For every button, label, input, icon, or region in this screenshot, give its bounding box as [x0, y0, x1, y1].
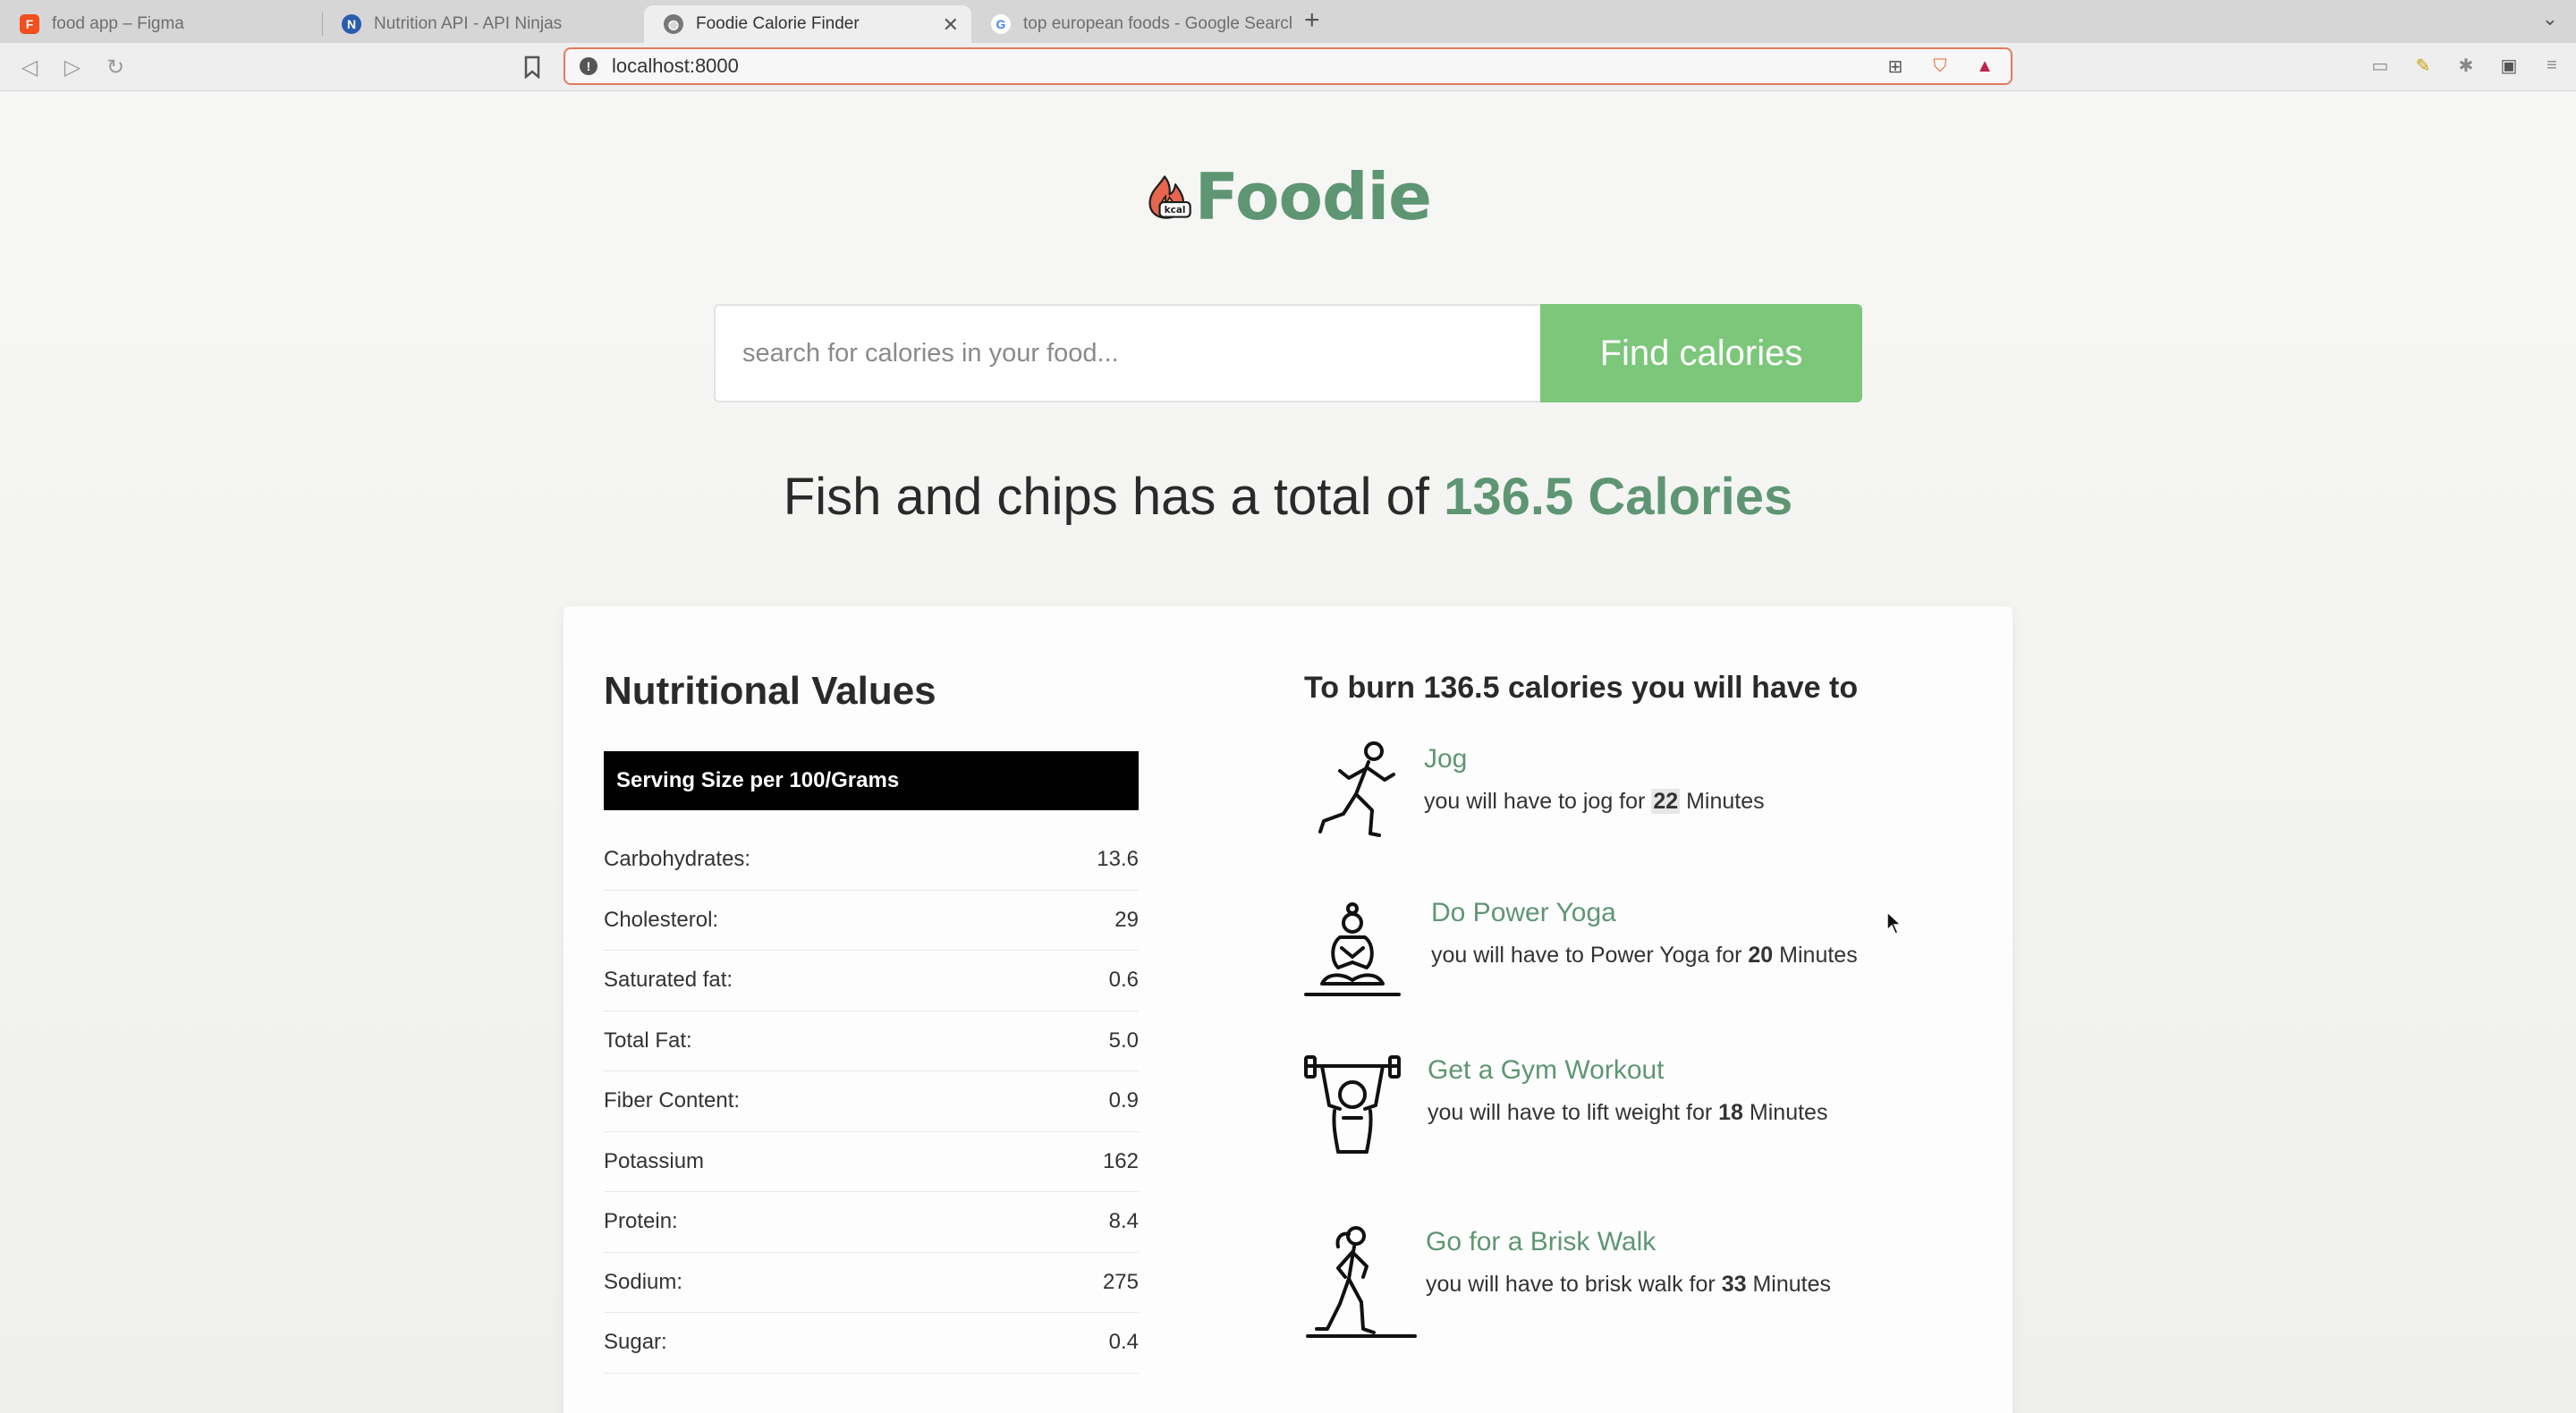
nutrient-value: 0.4 — [1108, 1330, 1139, 1355]
nutritional-values-title: Nutritional Values — [604, 669, 936, 713]
page-content: kcal Foodie Find calories Fish and chips… — [0, 91, 2576, 1413]
flame-kcal-icon: kcal — [1148, 175, 1191, 219]
activity-jog: Jog you will have to jog for 22 Minutes — [1304, 739, 1930, 855]
wallet-icon[interactable]: ▣ — [2497, 54, 2521, 77]
results-card: Nutritional Values Serving Size per 100/… — [564, 606, 2012, 1413]
nutrient-label: Protein: — [604, 1209, 678, 1234]
extensions-puzzle-icon[interactable]: ✱ — [2454, 54, 2478, 77]
walking-icon — [1306, 1226, 1417, 1338]
bookmark-icon[interactable] — [522, 55, 542, 79]
site-info-icon[interactable]: ! — [580, 57, 597, 75]
activity-minutes: 33 — [1721, 1272, 1747, 1297]
find-calories-button[interactable]: Find calories — [1540, 304, 1862, 402]
browser-toolbar: ◁ ▷ ↻ ! localhost:8000 ⊞ ⛉ ▲ ▭ ✎ ✱ ▣ ≡ — [0, 43, 2576, 91]
close-tab-icon[interactable]: ✕ — [943, 13, 959, 37]
logo-wordmark: Foodie — [1194, 159, 1432, 234]
nutrition-row: Total Fat: 5.0 — [604, 1011, 1139, 1071]
nutrient-label: Total Fat: — [604, 1028, 692, 1053]
nutrient-label: Potassium — [604, 1148, 705, 1173]
qr-code-icon[interactable]: ⊞ — [1884, 55, 1907, 78]
nutrient-value: 162 — [1102, 1148, 1139, 1173]
google-icon: G — [991, 14, 1011, 34]
activity-description: you will have to lift weight for 18 Minu… — [1428, 1100, 1828, 1125]
extension-pencil-icon[interactable]: ✎ — [2411, 54, 2435, 77]
activity-minutes: 22 — [1651, 789, 1681, 814]
activity-power-yoga: Do Power Yoga you will have to Power Yog… — [1304, 898, 1930, 1014]
foodie-logo: kcal Foodie — [1145, 152, 1432, 241]
nutrition-row: Potassium 162 — [604, 1132, 1139, 1192]
activity-description: you will have to jog for 22 Minutes — [1424, 789, 1765, 814]
activity-gym-workout: Get a Gym Workout you will have to lift … — [1304, 1055, 1930, 1172]
nutrition-list: Carbohydrates: 13.6 Cholesterol: 29 Satura… — [604, 830, 1139, 1374]
new-tab-button[interactable]: + — [1304, 5, 1320, 36]
nutrient-label: Carbohydrates: — [604, 847, 751, 872]
activity-brisk-walk: Go for a Brisk Walk you will have to bri… — [1304, 1223, 1930, 1340]
reload-icon[interactable]: ↻ — [100, 52, 131, 82]
nutrition-row: Carbohydrates: 13.6 — [604, 830, 1139, 891]
result-text: Fish and chips has a total of — [783, 468, 1429, 526]
nutrient-label: Fiber Content: — [604, 1088, 741, 1113]
activity-name[interactable]: Get a Gym Workout — [1428, 1055, 1665, 1086]
search-form: Find calories — [714, 304, 1862, 402]
url-text: localhost:8000 — [612, 55, 739, 77]
activity-name[interactable]: Do Power Yoga — [1431, 898, 1616, 928]
api-ninjas-icon: N — [342, 14, 361, 34]
nutrient-value: 0.6 — [1108, 968, 1139, 993]
browser-tab-bar: F food app – Figma N Nutrition API - API… — [0, 0, 2576, 43]
total-calories: 136.5 Calories — [1444, 468, 1793, 526]
tab-google[interactable]: G top european foods - Google Search — [971, 5, 1292, 43]
tab-foodie[interactable]: ◍ Foodie Calorie Finder ✕ — [644, 5, 971, 43]
serving-size-header: Serving Size per 100/Grams — [604, 751, 1139, 810]
nutrient-label: Cholesterol: — [604, 907, 719, 932]
globe-icon: ◍ — [664, 14, 683, 34]
nutrient-value: 0.9 — [1108, 1088, 1139, 1113]
brave-shield-icon[interactable]: ⛉ — [1928, 55, 1952, 78]
activity-description: you will have to brisk walk for 33 Minut… — [1426, 1272, 1831, 1297]
nutrient-label: Saturated fat: — [604, 968, 733, 993]
address-bar[interactable]: ! localhost:8000 ⊞ ⛉ ▲ — [564, 47, 2012, 85]
nutrient-value: 13.6 — [1097, 847, 1139, 872]
tab-title: top european foods - Google Search — [1023, 14, 1292, 33]
nutrition-row: Protein: 8.4 — [604, 1192, 1139, 1253]
forward-icon[interactable]: ▷ — [57, 52, 88, 82]
yoga-icon — [1304, 902, 1401, 996]
activity-name[interactable]: Jog — [1424, 744, 1467, 774]
tab-title: food app – Figma — [52, 14, 184, 33]
nutrient-value: 29 — [1114, 907, 1139, 932]
jogger-icon — [1318, 741, 1395, 837]
nutrition-row: Cholesterol: 29 — [604, 891, 1139, 951]
brave-rewards-icon[interactable]: ▲ — [1973, 55, 1996, 78]
nutrient-label: Sodium: — [604, 1269, 683, 1294]
nutrient-value: 275 — [1102, 1269, 1139, 1294]
mouse-cursor-icon — [1886, 910, 1902, 935]
burn-title: To burn 136.5 calories you will have to — [1304, 671, 1859, 705]
tab-title: Foodie Calorie Finder — [696, 14, 860, 33]
nutrient-value: 5.0 — [1108, 1028, 1139, 1053]
nutrient-value: 8.4 — [1108, 1209, 1139, 1234]
food-search-input[interactable] — [714, 304, 1540, 402]
nutrition-row: Sodium: 275 — [604, 1253, 1139, 1313]
figma-icon: F — [20, 14, 39, 34]
logo-badge-text: kcal — [1165, 205, 1186, 216]
sidebar-icon[interactable]: ▭ — [2368, 54, 2392, 77]
nutrient-label: Sugar: — [604, 1330, 667, 1355]
nutrition-row: Sugar: 0.4 — [604, 1313, 1139, 1374]
nutrition-row: Saturated fat: 0.6 — [604, 951, 1139, 1011]
menu-icon[interactable]: ≡ — [2540, 54, 2563, 77]
nutrition-row: Fiber Content: 0.9 — [604, 1071, 1139, 1132]
weightlifting-icon — [1304, 1055, 1401, 1154]
activity-minutes: 20 — [1748, 943, 1774, 968]
tab-title: Nutrition API - API Ninjas — [374, 14, 563, 33]
back-icon[interactable]: ◁ — [14, 52, 45, 82]
tab-figma[interactable]: F food app – Figma — [0, 5, 322, 43]
activity-minutes: 18 — [1718, 1100, 1743, 1125]
activity-name[interactable]: Go for a Brisk Walk — [1426, 1227, 1656, 1257]
activity-description: you will have to Power Yoga for 20 Minut… — [1431, 943, 1858, 968]
chevron-down-icon[interactable]: ⌄ — [2542, 7, 2558, 30]
tab-api-ninjas[interactable]: N Nutrition API - API Ninjas — [322, 5, 644, 43]
calorie-result-heading: Fish and chips has a total of 136.5 Calo… — [0, 467, 2576, 527]
